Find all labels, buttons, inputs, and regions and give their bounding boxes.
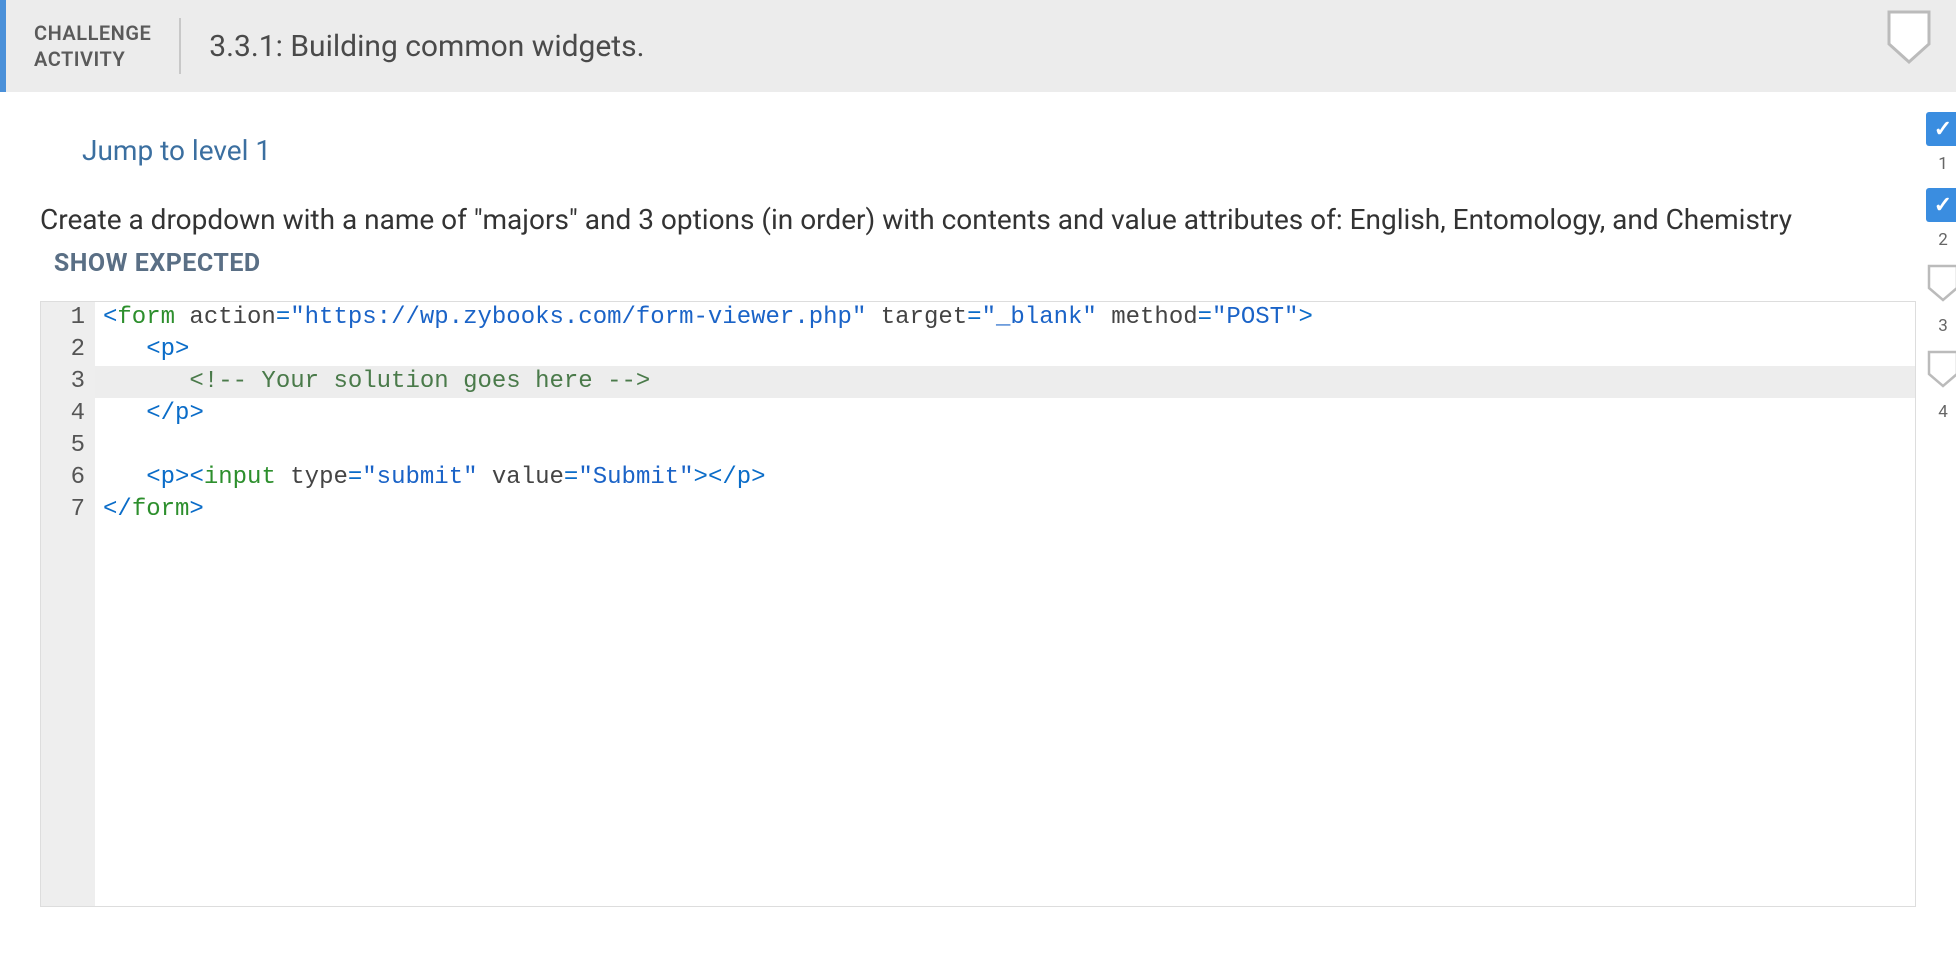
code-text[interactable]: </p>: [95, 398, 1915, 430]
check-icon: ✓: [1934, 193, 1952, 218]
shield-icon: [1926, 350, 1956, 390]
shield-icon: [1926, 264, 1956, 304]
code-editor[interactable]: 1 <form action="https://wp.zybooks.com/f…: [40, 301, 1916, 907]
content-area: Jump to level 1 Create a dropdown with a…: [0, 92, 1956, 947]
code-line: 1 <form action="https://wp.zybooks.com/f…: [41, 302, 1915, 334]
code-line: 2 <p>: [41, 334, 1915, 366]
challenge-label-line1: CHALLENGE: [34, 20, 151, 46]
challenge-header: CHALLENGE ACTIVITY 3.3.1: Building commo…: [0, 0, 1956, 92]
check-icon: ✓: [1934, 117, 1952, 142]
line-number: 7: [41, 494, 95, 526]
line-number: 3: [41, 366, 95, 398]
level-1-label: 1: [1938, 154, 1948, 174]
code-text[interactable]: <form action="https://wp.zybooks.com/for…: [95, 302, 1915, 334]
level-4-label: 4: [1938, 402, 1948, 422]
progress-shield-icon: [1886, 10, 1932, 66]
challenge-title: 3.3.1: Building common widgets.: [181, 29, 644, 64]
code-text[interactable]: </form>: [95, 494, 1915, 526]
line-number: 1: [41, 302, 95, 334]
challenge-label-line2: ACTIVITY: [34, 46, 151, 72]
code-line: 4 </p>: [41, 398, 1915, 430]
code-text[interactable]: <!-- Your solution goes here -->: [95, 366, 1915, 398]
level-1-indicator[interactable]: ✓: [1926, 112, 1956, 146]
level-3-label: 3: [1938, 316, 1948, 336]
jump-to-level-link[interactable]: Jump to level 1: [82, 134, 271, 167]
gutter-filler: [41, 526, 95, 906]
level-3-indicator[interactable]: [1926, 264, 1956, 308]
level-2-indicator[interactable]: ✓: [1926, 188, 1956, 222]
code-text[interactable]: [95, 430, 1915, 462]
level-progress-rail: ✓ 1 ✓ 2 3 4: [1926, 112, 1956, 428]
editor-empty-area[interactable]: [41, 526, 1915, 906]
instructions-text: Create a dropdown with a name of "majors…: [40, 199, 1840, 283]
code-text[interactable]: <p><input type="submit" value="Submit"><…: [95, 462, 1915, 494]
code-line: 6 <p><input type="submit" value="Submit"…: [41, 462, 1915, 494]
code-line: 5: [41, 430, 1915, 462]
challenge-activity-label: CHALLENGE ACTIVITY: [6, 20, 179, 72]
code-line-active: 3 <!-- Your solution goes here -->: [41, 366, 1915, 398]
code-line: 7 </form>: [41, 494, 1915, 526]
line-number: 6: [41, 462, 95, 494]
level-2-label: 2: [1938, 230, 1948, 250]
code-text[interactable]: <p>: [95, 334, 1915, 366]
line-number: 5: [41, 430, 95, 462]
show-expected-button[interactable]: SHOW EXPECTED: [54, 249, 261, 278]
level-4-indicator[interactable]: [1926, 350, 1956, 394]
line-number: 2: [41, 334, 95, 366]
line-number: 4: [41, 398, 95, 430]
prompt-body: Create a dropdown with a name of "majors…: [40, 203, 1792, 236]
